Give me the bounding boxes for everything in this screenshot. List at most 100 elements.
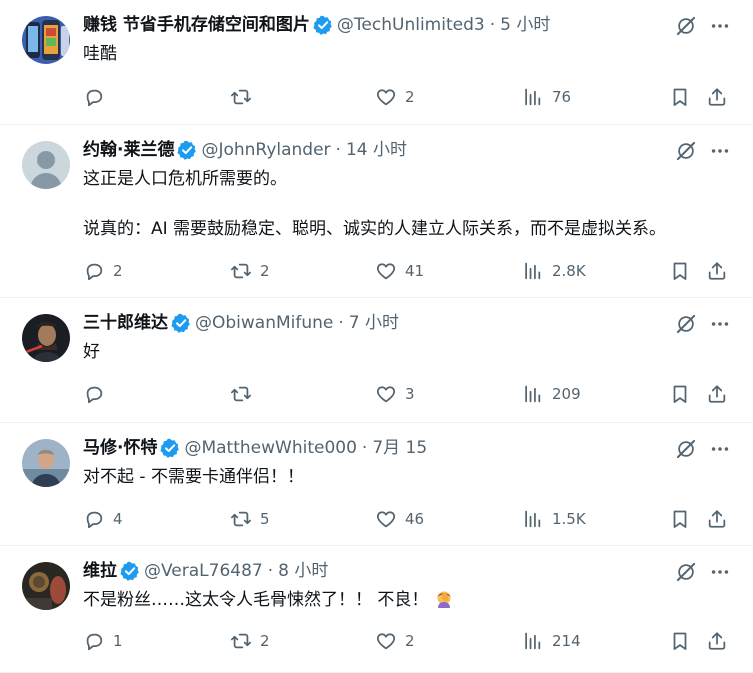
timestamp[interactable]: 14 小时 [346, 139, 407, 161]
bookmark-button[interactable] [669, 630, 691, 652]
timestamp[interactable]: 5 小时 [500, 14, 550, 36]
reply-icon [83, 383, 105, 405]
share-button[interactable] [706, 86, 728, 108]
reply-icon [83, 508, 105, 530]
more-options-icon[interactable] [709, 438, 731, 460]
views-button[interactable]: 2.8K [522, 260, 586, 282]
reply-button[interactable]: 2 [83, 260, 123, 282]
bookmark-button[interactable] [669, 508, 691, 530]
tweet-text: 哇酷 [83, 42, 733, 67]
retweet-button[interactable]: 2 [230, 260, 270, 282]
more-options-icon[interactable] [709, 561, 731, 583]
retweet-count: 2 [260, 262, 270, 280]
action-bar: 4 5 46 1.5K [83, 507, 733, 531]
reply-count: 2 [113, 262, 123, 280]
tweet-card[interactable]: 三十郎维达 @ObiwanMifune · 7 小时 好 3 209 [0, 298, 753, 423]
user-handle[interactable]: @MatthewWhite000 [184, 437, 356, 459]
reply-count: 4 [113, 510, 123, 528]
views-button[interactable]: 1.5K [522, 508, 586, 530]
avatar[interactable] [22, 439, 70, 487]
view-count: 214 [552, 632, 581, 650]
timestamp[interactable]: 7月 15 [372, 437, 427, 459]
views-button[interactable]: 209 [522, 383, 581, 405]
like-count: 3 [405, 385, 415, 403]
heart-icon [375, 86, 397, 108]
retweet-button[interactable]: 2 [230, 630, 270, 652]
user-handle[interactable]: @TechUnlimited3 [337, 14, 485, 36]
tweet-card[interactable]: 赚钱 节省手机存储空间和图片 @TechUnlimited3 · 5 小时 哇酷… [0, 0, 753, 125]
share-icon [706, 383, 728, 405]
default-silhouette-avatar [22, 141, 70, 189]
avatar[interactable] [22, 16, 70, 64]
avatar[interactable] [22, 562, 70, 610]
retweet-button[interactable]: 5 [230, 508, 270, 530]
display-name[interactable]: 赚钱 节省手机存储空间和图片 [83, 14, 310, 36]
avatar[interactable] [22, 314, 70, 362]
tweet-card[interactable]: 约翰·莱兰德 @JohnRylander · 14 小时 这正是人口危机所需要的… [0, 125, 753, 298]
like-button[interactable]: 3 [375, 383, 415, 405]
bookmark-button[interactable] [669, 383, 691, 405]
display-name[interactable]: 约翰·莱兰德 [83, 139, 174, 161]
view-count: 209 [552, 385, 581, 403]
user-handle[interactable]: @VeraL76487 [144, 560, 263, 582]
reply-button[interactable]: 1 [83, 630, 123, 652]
face-palm-emoji-icon [437, 591, 451, 608]
like-button[interactable]: 2 [375, 630, 415, 652]
tweet-paragraph: 好 [83, 342, 100, 362]
tweet-card[interactable]: 马修·怀特 @MatthewWhite000 · 7月 15 对不起 - 不需要… [0, 423, 753, 546]
action-bar: 2 2 41 2.8K [83, 259, 733, 283]
bookmark-button[interactable] [669, 260, 691, 282]
heart-icon [375, 383, 397, 405]
share-button[interactable] [706, 383, 728, 405]
like-count: 2 [405, 88, 415, 106]
timestamp[interactable]: 7 小时 [349, 312, 399, 334]
more-options-icon[interactable] [709, 313, 731, 335]
tweet-text: 不是粉丝……这太令人毛骨悚然了！！ 不良！ [83, 588, 733, 613]
reply-button[interactable] [83, 86, 113, 108]
display-name[interactable]: 维拉 [83, 560, 117, 582]
timestamp[interactable]: 8 小时 [278, 560, 328, 582]
user-handle[interactable]: @JohnRylander [201, 139, 330, 161]
bookmark-button[interactable] [669, 86, 691, 108]
tweet-card[interactable]: 维拉 @VeraL76487 · 8 小时 不是粉丝……这太令人毛骨悚然了！！ … [0, 546, 753, 673]
bookmark-icon [669, 508, 691, 530]
display-name[interactable]: 马修·怀特 [83, 437, 157, 459]
more-options-icon[interactable] [709, 15, 731, 37]
more-options-icon[interactable] [709, 140, 731, 162]
heart-icon [375, 508, 397, 530]
reply-icon [83, 260, 105, 282]
analytics-icon [522, 508, 544, 530]
retweet-button[interactable] [230, 383, 260, 405]
action-bar: 2 76 [83, 85, 733, 109]
share-button[interactable] [706, 630, 728, 652]
bookmark-icon [669, 260, 691, 282]
share-button[interactable] [706, 260, 728, 282]
action-bar: 3 209 [83, 382, 733, 406]
share-icon [706, 630, 728, 652]
separator: · [338, 313, 344, 333]
avatar[interactable] [22, 141, 70, 189]
tweet-feed: 赚钱 节省手机存储空间和图片 @TechUnlimited3 · 5 小时 哇酷… [0, 0, 753, 673]
grok-icon[interactable] [675, 140, 697, 162]
retweet-button[interactable] [230, 86, 260, 108]
reply-button[interactable] [83, 383, 113, 405]
view-count: 2.8K [552, 262, 586, 280]
display-name[interactable]: 三十郎维达 [83, 312, 168, 334]
retweet-icon [230, 260, 252, 282]
bookmark-icon [669, 383, 691, 405]
reply-button[interactable]: 4 [83, 508, 123, 530]
grok-icon[interactable] [675, 313, 697, 335]
user-handle[interactable]: @ObiwanMifune [195, 312, 333, 334]
like-button[interactable]: 41 [375, 260, 424, 282]
views-button[interactable]: 214 [522, 630, 581, 652]
grok-icon[interactable] [675, 561, 697, 583]
grok-icon[interactable] [675, 438, 697, 460]
share-icon [706, 260, 728, 282]
like-button[interactable]: 46 [375, 508, 424, 530]
views-button[interactable]: 76 [522, 86, 571, 108]
grok-icon[interactable] [675, 15, 697, 37]
like-count: 41 [405, 262, 425, 280]
like-button[interactable]: 2 [375, 86, 415, 108]
share-icon [706, 86, 728, 108]
share-button[interactable] [706, 508, 728, 530]
